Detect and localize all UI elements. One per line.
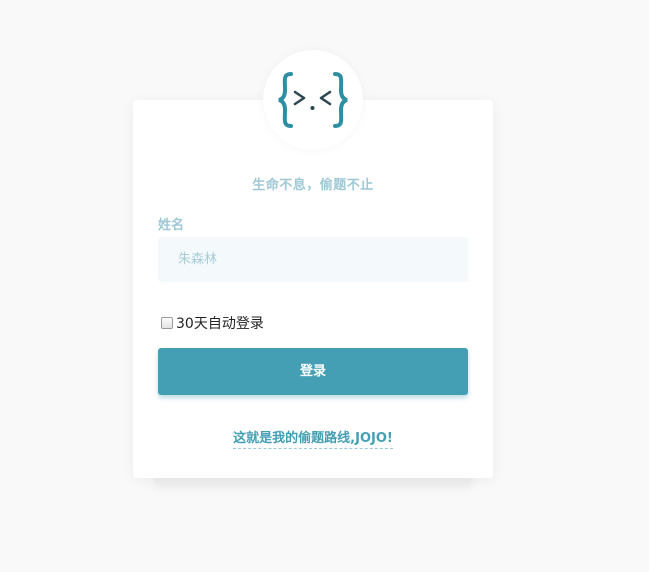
route-link[interactable]: 这就是我的偷题路线,JOJO! (233, 431, 393, 449)
remember-me-label: 30天自动登录 (176, 316, 264, 332)
code-face-icon (278, 72, 348, 128)
remember-me-option[interactable]: 30天自动登录 (161, 313, 264, 333)
logo-badge (263, 50, 363, 150)
name-input[interactable] (158, 237, 468, 282)
login-card (133, 100, 493, 478)
tagline: 生命不息，偷题不止 (252, 178, 374, 193)
footer-link-container: 这就是我的偷题路线,JOJO! (133, 427, 493, 449)
login-page: 生命不息，偷题不止 姓名 30天自动登录 登录 这就是我的偷题路线,JOJO! (0, 0, 649, 572)
remember-me-checkbox[interactable] (161, 317, 173, 329)
login-button[interactable]: 登录 (158, 348, 468, 395)
name-field-label: 姓名 (158, 218, 185, 233)
